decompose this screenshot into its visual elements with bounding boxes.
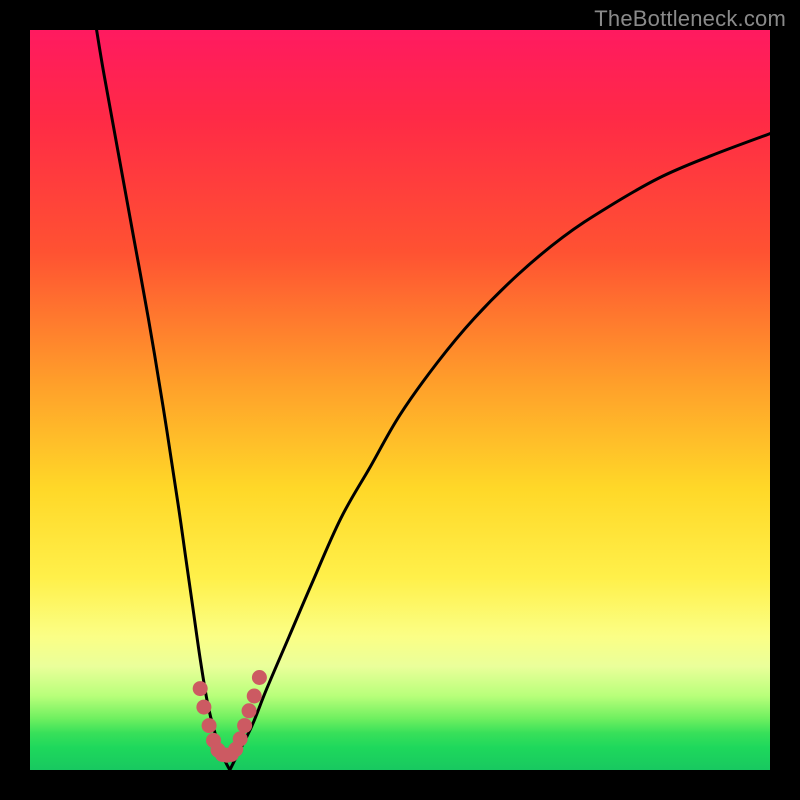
watermark-text: TheBottleneck.com (594, 6, 786, 32)
trough-marker (193, 681, 208, 696)
plot-area (30, 30, 770, 770)
trough-marker (242, 703, 257, 718)
chart-frame: TheBottleneck.com (0, 0, 800, 800)
trough-marker (247, 689, 262, 704)
trough-marker (233, 731, 248, 746)
curve-left-branch (97, 30, 230, 770)
trough-marker (237, 718, 252, 733)
trough-marker (196, 700, 211, 715)
curve-right-branch (230, 134, 770, 770)
curve-layer (30, 30, 770, 770)
trough-marker (202, 718, 217, 733)
trough-marker (252, 670, 267, 685)
